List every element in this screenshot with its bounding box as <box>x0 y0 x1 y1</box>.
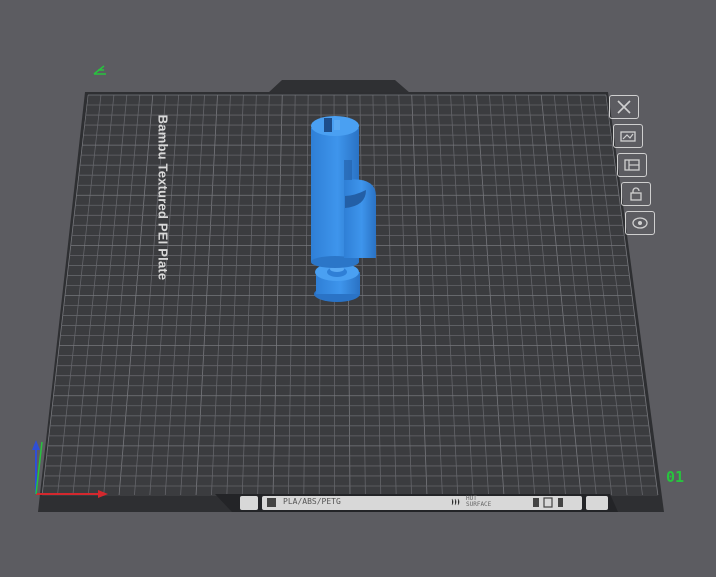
surface-line: SURFACE <box>466 501 492 508</box>
plate-name: Bambu Textured PEI Plate <box>155 114 171 281</box>
auto-orient-button[interactable] <box>613 124 643 148</box>
axis-gizmo <box>32 440 108 498</box>
close-plate-button[interactable] <box>609 95 639 119</box>
thermo-icon-2 <box>558 498 563 507</box>
plate-top-tab <box>268 80 410 93</box>
plate-settings-button[interactable] <box>625 211 655 235</box>
lock-plate-button[interactable] <box>621 182 651 206</box>
arrange-icon <box>624 159 640 171</box>
arrange-button[interactable] <box>617 153 647 177</box>
qr-icon <box>267 498 276 507</box>
3d-viewport[interactable]: Bambu Textured PEI Plate 01 PLA/ABS/PETG… <box>0 0 716 573</box>
plate-number[interactable]: 01 <box>666 468 684 486</box>
label-tab-left <box>240 496 258 510</box>
hot-surface-label: HOT SURFACE <box>466 496 516 508</box>
close-icon <box>617 100 631 114</box>
thermo-icon <box>533 498 539 507</box>
lock-icon <box>630 187 642 201</box>
label-tab-right <box>586 496 608 510</box>
plate-settings-icon <box>632 217 648 229</box>
plate-filament-label: PLA/ABS/PETG <box>283 497 341 506</box>
origin-marker-icon <box>93 65 106 75</box>
auto-orient-icon <box>620 131 636 142</box>
